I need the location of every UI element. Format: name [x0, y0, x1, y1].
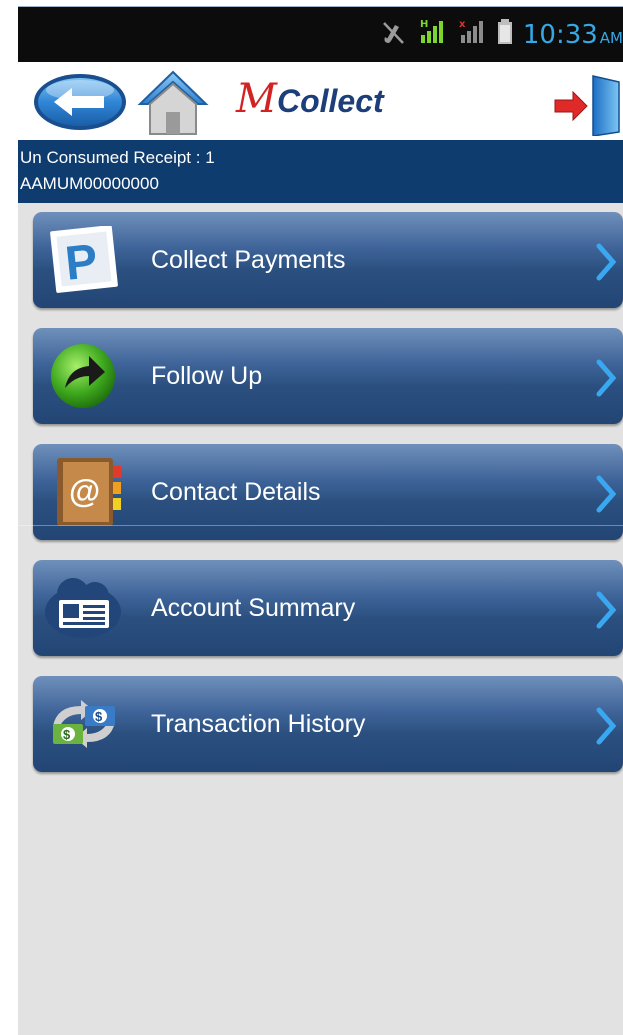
svg-text:$: $	[63, 727, 71, 742]
address-book-icon: @	[43, 458, 125, 526]
exit-button[interactable]	[553, 74, 623, 137]
menu-item-account-summary[interactable]: Account Summary	[33, 560, 623, 656]
back-arrow-icon	[34, 74, 126, 130]
signal-h-icon: H	[417, 17, 447, 52]
menu-item-transaction-history[interactable]: $ $ Transaction History	[33, 676, 623, 772]
mute-icon	[381, 17, 407, 52]
svg-text:@: @	[69, 473, 100, 509]
menu-item-label: Account Summary	[151, 594, 356, 622]
app-header: M Collect	[18, 62, 623, 140]
menu-item-label: Collect Payments	[151, 246, 346, 274]
menu-item-collect-payments[interactable]: P Collect Payments	[33, 212, 623, 308]
menu-item-follow-up[interactable]: Follow Up	[33, 328, 623, 424]
unconsumed-receipt-text: Un Consumed Receipt : 1	[20, 148, 215, 167]
signal-no-sim-icon: x	[457, 17, 487, 52]
payment-stamp-icon: P	[43, 225, 125, 294]
back-button[interactable]	[32, 72, 128, 132]
chevron-right-icon	[595, 590, 617, 630]
id-card-icon	[43, 574, 125, 642]
main-menu: P Collect Payments Follow Up @ Contact D…	[33, 212, 623, 792]
chevron-right-icon	[595, 242, 617, 282]
chevron-right-icon	[595, 474, 617, 514]
logo-text: Collect	[276, 83, 384, 119]
logo-m: M	[236, 76, 277, 122]
money-exchange-icon: $ $	[43, 690, 125, 758]
chevron-right-icon	[595, 358, 617, 398]
svg-text:P: P	[63, 235, 100, 291]
battery-icon	[497, 17, 513, 52]
status-ampm: AM	[599, 28, 623, 47]
svg-text:H: H	[420, 19, 428, 30]
home-icon	[137, 70, 209, 135]
status-bar: H x 10:33 AM	[18, 7, 623, 62]
follow-up-arrow-icon	[43, 342, 125, 410]
menu-item-label: Follow Up	[151, 362, 263, 390]
status-icons: H x 10:33 AM	[381, 7, 623, 62]
status-time: 10:33 AM	[523, 20, 623, 50]
home-button[interactable]	[136, 68, 210, 138]
top-border	[18, 0, 623, 7]
exit-door-icon	[554, 75, 620, 137]
chevron-right-icon	[595, 706, 617, 746]
overlay-divider	[18, 525, 623, 526]
app-logo: M Collect	[236, 76, 384, 124]
status-time-value: 10:33	[522, 19, 598, 50]
menu-item-label: Transaction History	[151, 710, 366, 738]
svg-text:$: $	[95, 709, 103, 724]
svg-text:x: x	[459, 19, 466, 30]
phone-screen: H x 10:33 AM M Collect Un Consumed Recei…	[18, 0, 623, 1035]
account-code-text: AAMUM00000000	[20, 174, 159, 193]
info-bar: Un Consumed Receipt : 1 AAMUM00000000	[18, 140, 623, 203]
